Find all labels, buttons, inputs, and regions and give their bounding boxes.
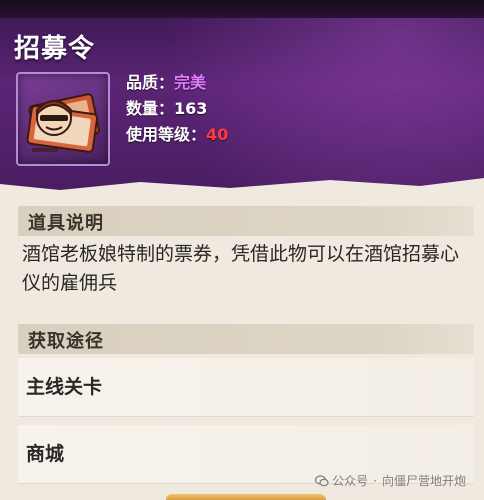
quantity-value: 163 xyxy=(174,99,208,118)
sources-header-label: 获取途径 xyxy=(28,331,104,352)
item-detail-panel: 招募令 品质：完美 数量：163 使用等级：40 道具说明 酒馆老板娘特制的票券… xyxy=(0,0,484,500)
recruitment-ticket-icon xyxy=(16,72,110,166)
item-title: 招募令 xyxy=(14,34,96,64)
quality-row: 品质：完美 xyxy=(126,70,228,96)
quantity-label: 数量： xyxy=(126,99,175,118)
source-item-label: 主线关卡 xyxy=(26,376,103,398)
item-stats: 品质：完美 数量：163 使用等级：40 xyxy=(126,70,228,148)
description-header-label: 道具说明 xyxy=(28,213,104,234)
source-item-main-stage[interactable]: 主线关卡 xyxy=(18,358,474,417)
sources-section-header: 获取途径 xyxy=(18,324,474,354)
quality-value: 完美 xyxy=(174,73,207,92)
source-item-label: 商城 xyxy=(26,443,65,465)
use-level-row: 使用等级：40 xyxy=(126,122,228,148)
use-level-label: 使用等级： xyxy=(126,125,207,144)
quality-label: 品质： xyxy=(126,73,175,92)
use-level-value: 40 xyxy=(206,125,229,144)
bottom-decoration xyxy=(166,494,326,500)
watermark-separator: · xyxy=(373,474,377,488)
wechat-icon xyxy=(315,475,329,487)
watermark-account-name: 向僵尸营地开炮 xyxy=(381,474,466,488)
item-description: 酒馆老板娘特制的票券，凭借此物可以在酒馆招募心仪的雇佣兵 xyxy=(22,243,460,294)
description-section-header: 道具说明 xyxy=(18,206,474,236)
watermark: 公众号 · 向僵尸营地开炮 xyxy=(315,472,466,489)
quantity-row: 数量：163 xyxy=(126,96,228,122)
watermark-prefix: 公众号 xyxy=(332,474,369,488)
top-bar xyxy=(0,0,484,18)
